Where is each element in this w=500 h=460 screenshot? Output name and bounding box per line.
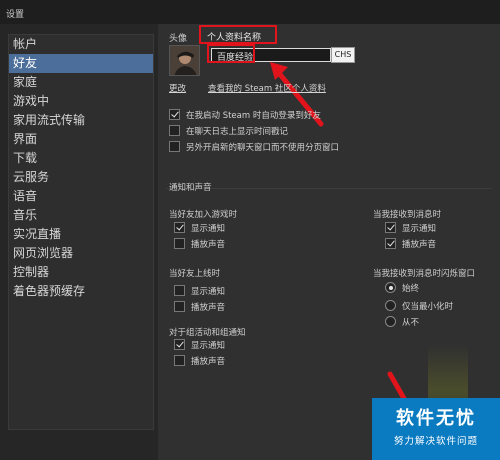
option-label: 从不	[402, 317, 420, 328]
flash-never-option[interactable]: 从不	[385, 315, 419, 328]
avatar-label: 头像	[169, 34, 188, 44]
profile-name-input[interactable]: 百度经验	[211, 48, 331, 63]
notifications-heading: 通知和声音	[169, 183, 212, 193]
checkbox[interactable]	[174, 301, 185, 312]
option-label: 播放声音	[191, 356, 226, 367]
checkbox[interactable]	[385, 222, 396, 233]
checkbox[interactable]	[174, 339, 185, 350]
checkbox[interactable]	[174, 355, 185, 366]
checkbox[interactable]	[174, 285, 185, 296]
radio-button[interactable]	[385, 282, 396, 293]
sidebar-item-friends[interactable]: 好友	[9, 54, 153, 73]
sidebar-item-downloads[interactable]: 下载	[9, 149, 153, 168]
section-divider	[166, 188, 492, 189]
option-label: 播放声音	[191, 239, 226, 250]
option-label: 始终	[402, 283, 420, 294]
option-label: 另外开启新的聊天窗口而不使用分页窗口	[186, 142, 340, 153]
option-label: 显示通知	[402, 223, 437, 234]
sidebar-item-in-game[interactable]: 游戏中	[9, 92, 153, 111]
language-button[interactable]: CHS	[331, 47, 355, 63]
auto-login-checkbox[interactable]	[169, 109, 180, 120]
sidebar-item-cloud[interactable]: 云服务	[9, 168, 153, 187]
window-title: 设置	[0, 0, 500, 24]
avatar-image-icon	[170, 46, 199, 75]
chat-timestamp-option[interactable]: 在聊天日志上显示时间戳记	[169, 124, 288, 137]
friend-joins-play-sound[interactable]: 播放声音	[174, 237, 225, 250]
view-profile-link[interactable]: 查看我的 Steam 社区个人资料	[208, 82, 326, 94]
auto-login-friends-option[interactable]: 在我启动 Steam 时自动登录到好友	[169, 108, 321, 121]
sidebar-item-web-browser[interactable]: 网页浏览器	[9, 244, 153, 263]
friend-joins-game-heading: 当好友加入游戏时	[169, 210, 238, 220]
message-received-heading: 当我接收到消息时	[373, 210, 442, 220]
sidebar-item-home-streaming[interactable]: 家用流式传输	[9, 111, 153, 130]
sidebar-item-family[interactable]: 家庭	[9, 73, 153, 92]
radio-button[interactable]	[385, 300, 396, 311]
option-label: 显示通知	[191, 286, 226, 297]
flash-minimized-option[interactable]: 仅当最小化时	[385, 299, 453, 312]
checkbox[interactable]	[385, 238, 396, 249]
option-label: 在聊天日志上显示时间戳记	[186, 126, 289, 137]
option-label: 显示通知	[191, 340, 226, 351]
profile-name-title: 个人资料名称	[199, 25, 277, 44]
flash-always-option[interactable]: 始终	[385, 281, 419, 294]
sidebar-item-music[interactable]: 音乐	[9, 206, 153, 225]
change-avatar-link[interactable]: 更改	[169, 82, 186, 94]
radio-button[interactable]	[385, 316, 396, 327]
friend-joins-show-notification[interactable]: 显示通知	[174, 221, 225, 234]
sidebar-item-broadcasting[interactable]: 实况直播	[9, 225, 153, 244]
group-event-heading: 对于组活动和组通知	[169, 328, 246, 338]
settings-sidebar: 帐户 好友 家庭 游戏中 家用流式传输 界面 下载 云服务 语音 音乐 实况直播…	[8, 34, 154, 430]
watermark-title: 软件无忧	[396, 408, 476, 429]
timestamp-checkbox[interactable]	[169, 125, 180, 136]
checkbox[interactable]	[174, 238, 185, 249]
sidebar-item-shader-cache[interactable]: 着色器预缓存	[9, 282, 153, 301]
group-event-show-notification[interactable]: 显示通知	[174, 338, 225, 351]
group-event-play-sound[interactable]: 播放声音	[174, 354, 225, 367]
sidebar-item-voice[interactable]: 语音	[9, 187, 153, 206]
friend-online-play-sound[interactable]: 播放声音	[174, 300, 225, 313]
friend-online-heading: 当好友上线时	[169, 269, 221, 279]
watermark-subtitle: 努力解决软件问题	[393, 436, 478, 447]
friend-online-show-notification[interactable]: 显示通知	[174, 284, 225, 297]
option-label: 播放声音	[191, 302, 226, 313]
option-label: 播放声音	[402, 239, 437, 250]
option-label: 在我启动 Steam 时自动登录到好友	[186, 110, 321, 121]
option-label: 显示通知	[191, 223, 226, 234]
watermark-logo: 软件无忧 努力解决软件问题	[372, 398, 500, 460]
message-play-sound[interactable]: 播放声音	[385, 237, 436, 250]
sidebar-item-account[interactable]: 帐户	[9, 35, 153, 54]
separate-chat-window-option[interactable]: 另外开启新的聊天窗口而不使用分页窗口	[169, 140, 339, 153]
sidebar-item-controller[interactable]: 控制器	[9, 263, 153, 282]
separate-window-checkbox[interactable]	[169, 141, 180, 152]
option-label: 仅当最小化时	[402, 301, 454, 312]
avatar[interactable]	[169, 45, 200, 76]
checkbox[interactable]	[174, 222, 185, 233]
sidebar-item-interface[interactable]: 界面	[9, 130, 153, 149]
message-show-notification[interactable]: 显示通知	[385, 221, 436, 234]
flash-window-heading: 当我接收到消息时闪烁窗口	[373, 269, 476, 279]
